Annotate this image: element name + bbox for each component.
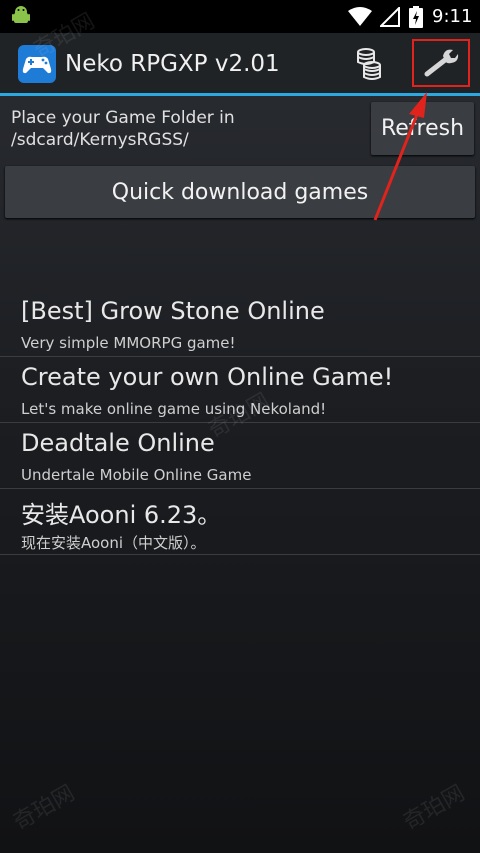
- game-title: Deadtale Online: [21, 429, 215, 457]
- game-title: 安装Aooni 6.23。: [21, 501, 222, 529]
- signal-icon: [380, 7, 400, 27]
- folder-instructions-line1: Place your Game Folder in: [11, 108, 235, 128]
- game-list-item[interactable]: Deadtale Online Undertale Mobile Online …: [0, 423, 480, 489]
- game-description: 现在安装Aooni（中文版）。: [21, 534, 206, 552]
- game-description: Let's make online game using Nekoland!: [21, 400, 327, 418]
- app-title: Neko RPGXP v2.01: [65, 51, 280, 77]
- game-description: Undertale Mobile Online Game: [21, 466, 252, 484]
- android-icon: [12, 6, 30, 23]
- folder-instructions: Place your Game Folder in /sdcard/Kernys…: [11, 107, 361, 151]
- watermark: 奇珀网: [399, 780, 470, 836]
- refresh-button[interactable]: Refresh: [371, 102, 474, 155]
- game-description: Very simple MMORPG game!: [21, 334, 236, 352]
- wrench-icon: [424, 49, 459, 77]
- action-bar-divider: [0, 93, 480, 96]
- coins-button[interactable]: [348, 43, 390, 85]
- settings-button[interactable]: [412, 39, 470, 87]
- wifi-icon: [348, 7, 372, 26]
- game-list-item[interactable]: 安装Aooni 6.23。 现在安装Aooni（中文版）。: [0, 489, 480, 555]
- game-title: [Best] Grow Stone Online: [21, 297, 325, 325]
- game-list-item[interactable]: [Best] Grow Stone Online Very simple MMO…: [0, 291, 480, 357]
- game-title: Create your own Online Game!: [21, 363, 394, 391]
- battery-icon: [409, 6, 423, 28]
- status-clock: 9:11: [432, 6, 473, 27]
- folder-path: /sdcard/KernysRGSS/: [11, 130, 189, 150]
- coins-icon: [357, 48, 381, 80]
- quick-download-games-button[interactable]: Quick download games: [5, 166, 475, 218]
- watermark: 奇珀网: [9, 780, 80, 836]
